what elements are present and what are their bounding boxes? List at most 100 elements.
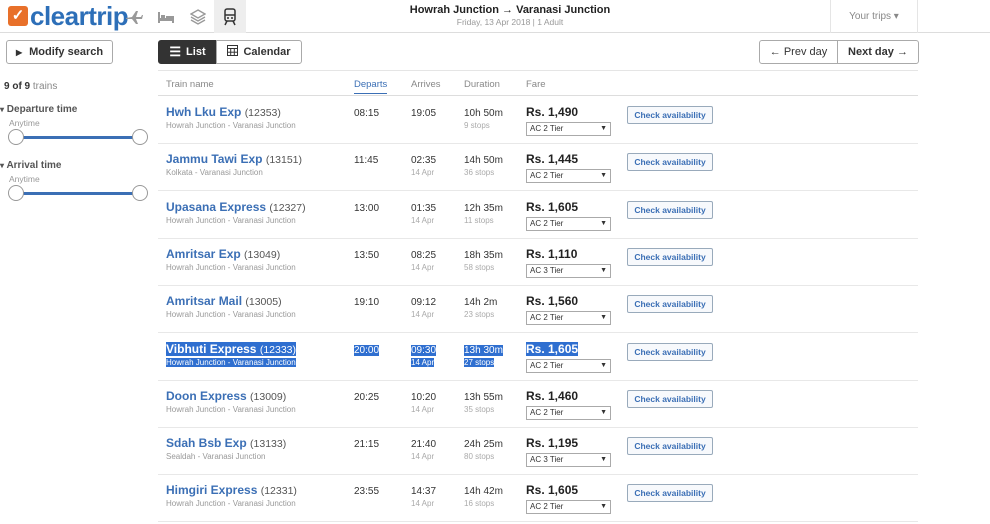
- departure-time: 20:00: [354, 344, 380, 356]
- train-name-text: Doon Express: [166, 388, 247, 403]
- stops-count: 36 stops: [464, 168, 495, 178]
- col-train-name[interactable]: Train name: [166, 79, 214, 90]
- check-availability-button[interactable]: Check availability: [627, 200, 713, 219]
- trip-route: Howrah Junction → Varanasi Junction: [409, 4, 611, 16]
- modify-search-button[interactable]: ▶ Modify search: [6, 40, 113, 64]
- class-select-value: AC 2 Tier: [530, 218, 564, 228]
- trip-summary: Howrah Junction → Varanasi Junction Frid…: [300, 4, 720, 27]
- train-name[interactable]: Jammu Tawi Exp (13151): [166, 152, 302, 166]
- caret-right-icon: ▶: [15, 47, 23, 57]
- class-select-value: AC 3 Tier: [530, 265, 564, 275]
- flight-icon[interactable]: [118, 0, 150, 33]
- table-row[interactable]: Hwh Lku Exp (12353) Howrah Junction - Var…: [158, 97, 918, 144]
- results-count: 9 of 9 trains: [4, 81, 57, 92]
- departure-time-label: Departure time: [6, 104, 78, 115]
- your-trips-menu[interactable]: Your trips ▾: [830, 0, 918, 33]
- train-number: (13133): [250, 438, 287, 451]
- arrival-date: 14 Apr: [411, 499, 435, 509]
- dropdown-arrow-icon: ▼: [600, 361, 607, 369]
- duration: 13h 30m: [464, 344, 503, 356]
- departure-slider-min-handle[interactable]: [8, 129, 24, 145]
- travel-mode-tabs: [118, 0, 246, 33]
- table-row[interactable]: Amritsar Exp (13049) Howrah Junction - Va…: [158, 238, 918, 286]
- train-name-text: Amritsar Exp: [166, 246, 241, 261]
- train-name[interactable]: Amritsar Exp (13049): [166, 247, 280, 261]
- duration: 18h 35m: [464, 249, 503, 261]
- list-label: List: [186, 46, 206, 58]
- fare: Rs. 1,605: [526, 341, 579, 356]
- arrival-slider-min-handle[interactable]: [8, 185, 24, 201]
- table-row[interactable]: Himgiri Express (12331) Howrah Junction -…: [158, 475, 918, 523]
- class-select-value: AC 2 Tier: [530, 502, 564, 512]
- class-select[interactable]: AC 2 Tier ▼: [526, 405, 611, 420]
- arrival-slider-max-handle[interactable]: [132, 185, 148, 201]
- cleartrip-logo[interactable]: ✓ cleartrip: [8, 2, 129, 30]
- train-name-text: Upasana Express: [166, 199, 267, 214]
- table-row[interactable]: Vibhuti Express (12333) Howrah Junction -…: [158, 333, 918, 381]
- train-name[interactable]: Upasana Express (12327): [166, 200, 306, 214]
- check-availability-button[interactable]: Check availability: [627, 389, 713, 408]
- stops-count: 58 stops: [464, 262, 495, 272]
- class-select[interactable]: AC 2 Tier ▼: [526, 216, 611, 231]
- class-select[interactable]: AC 2 Tier ▼: [526, 169, 611, 184]
- calendar-icon: [227, 45, 239, 59]
- col-fare[interactable]: Fare: [526, 79, 546, 90]
- hotel-icon[interactable]: [150, 0, 182, 33]
- check-availability-button[interactable]: Check availability: [627, 437, 713, 456]
- chevron-icon: ▾: [0, 105, 5, 114]
- train-number: (13151): [265, 154, 303, 167]
- stops-count: 11 stops: [464, 215, 494, 225]
- next-day-button[interactable]: Next day →: [837, 40, 919, 64]
- duration: 12h 35m: [464, 202, 503, 214]
- departure-time: 08:15: [354, 108, 380, 119]
- train-name[interactable]: Amritsar Mail (13005): [166, 294, 282, 308]
- check-availability-button[interactable]: Check availability: [627, 295, 713, 314]
- class-select[interactable]: AC 2 Tier ▼: [526, 500, 611, 515]
- table-row[interactable]: Doon Express (13009) Howrah Junction - Va…: [158, 380, 918, 428]
- check-availability-button[interactable]: Check availability: [627, 247, 713, 266]
- table-row[interactable]: Sdah Bsb Exp (13133) Sealdah - Varanasi J…: [158, 428, 918, 476]
- train-name[interactable]: Sdah Bsb Exp (13133): [166, 436, 286, 450]
- check-availability-button[interactable]: Check availability: [627, 342, 713, 361]
- class-select[interactable]: AC 2 Tier ▼: [526, 358, 611, 373]
- train-name[interactable]: Vibhuti Express (12333): [166, 341, 297, 356]
- class-select[interactable]: AC 2 Tier ▼: [526, 122, 611, 136]
- table-row[interactable]: Jammu Tawi Exp (13151) Kolkata - Varanasi…: [158, 144, 918, 192]
- train-name[interactable]: Hwh Lku Exp (12353): [166, 105, 281, 119]
- class-select[interactable]: AC 3 Tier ▼: [526, 263, 611, 278]
- arrival-time-slider[interactable]: [14, 192, 140, 195]
- train-name-text: Himgiri Express: [166, 483, 258, 498]
- departure-time: 23:55: [354, 486, 380, 498]
- calendar-view-button[interactable]: Calendar: [216, 40, 302, 64]
- table-row[interactable]: Amritsar Mail (13005) Howrah Junction - V…: [158, 286, 918, 334]
- col-duration[interactable]: Duration: [464, 79, 500, 90]
- train-name[interactable]: Doon Express (13009): [166, 389, 286, 403]
- class-select[interactable]: AC 3 Tier ▼: [526, 453, 611, 468]
- col-arrives[interactable]: Arrives: [411, 79, 441, 90]
- list-view-button[interactable]: ☰ List: [158, 40, 217, 64]
- train-icon[interactable]: [214, 0, 246, 33]
- departure-time-slider[interactable]: [14, 136, 140, 139]
- duration: 10h 50m: [464, 108, 503, 119]
- train-route: Howrah Junction - Varanasi Junction: [166, 121, 296, 130]
- col-departs[interactable]: Departs: [354, 79, 388, 94]
- activities-icon[interactable]: [182, 0, 214, 33]
- arrival-time: 09:12: [411, 297, 437, 309]
- class-select[interactable]: AC 2 Tier ▼: [526, 311, 611, 326]
- departure-slider-max-handle[interactable]: [132, 129, 148, 145]
- dropdown-arrow-icon: ▼: [600, 125, 607, 132]
- table-row[interactable]: Upasana Express (12327) Howrah Junction -…: [158, 191, 918, 239]
- chevron-icon: ▾: [0, 161, 5, 170]
- check-availability-button[interactable]: Check availability: [627, 106, 713, 124]
- class-select-value: AC 2 Tier: [530, 360, 564, 370]
- check-availability-button[interactable]: Check availability: [627, 484, 713, 503]
- check-availability-button[interactable]: Check availability: [627, 153, 713, 172]
- train-name[interactable]: Himgiri Express (12331): [166, 483, 297, 497]
- class-select-value: AC 2 Tier: [530, 407, 564, 417]
- results-count-value: 9 of 9: [4, 81, 31, 92]
- arrival-time-value: Anytime: [9, 174, 40, 184]
- departure-time-value: Anytime: [9, 118, 40, 128]
- train-number: (12353): [244, 107, 281, 119]
- class-select-value: AC 3 Tier: [530, 455, 564, 465]
- prev-day-button[interactable]: ← Prev day: [759, 40, 838, 64]
